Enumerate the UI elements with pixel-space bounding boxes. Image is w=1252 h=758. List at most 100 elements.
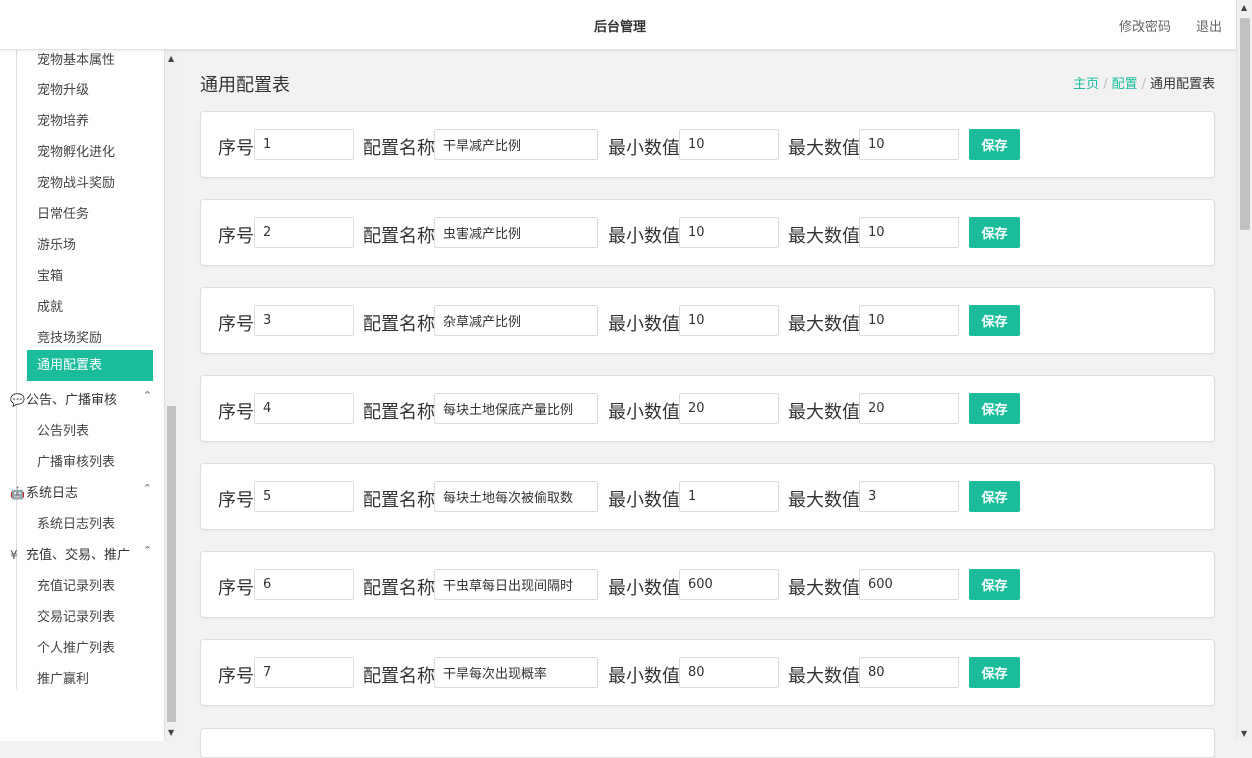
save-button[interactable]: 保存	[969, 393, 1020, 424]
max-value-input[interactable]	[859, 569, 959, 600]
config-card: 序号 配置名称 最小数值 最大数值 保存	[200, 639, 1215, 706]
min-value-input[interactable]	[679, 569, 779, 600]
sidebar-item-arena-reward[interactable]: 竞技场奖励	[37, 327, 102, 346]
sidebar-item-broadcast-review-list[interactable]: 广播审核列表	[37, 451, 115, 470]
save-button[interactable]: 保存	[969, 569, 1020, 600]
save-button[interactable]: 保存	[969, 481, 1020, 512]
config-card: 序号 配置名称 最小数值 最大数值 保存	[200, 375, 1215, 442]
index-input[interactable]	[254, 569, 354, 600]
breadcrumb-separator: /	[1103, 77, 1108, 92]
sidebar-item-treasure-box[interactable]: 宝箱	[37, 265, 63, 284]
config-name-input[interactable]	[434, 129, 598, 160]
page-scrollbar[interactable]: ▲ ▼	[1236, 0, 1252, 741]
max-value-input[interactable]	[859, 393, 959, 424]
min-value-input[interactable]	[679, 305, 779, 336]
sidebar-item-pet-battle-reward[interactable]: 宠物战斗奖励	[37, 172, 115, 191]
scroll-up-icon[interactable]: ▲	[1241, 3, 1247, 12]
min-value-input[interactable]	[679, 481, 779, 512]
chat-bubble-icon: 💬	[10, 393, 25, 407]
index-input[interactable]	[254, 393, 354, 424]
sidebar-item-pet-evolution[interactable]: 宠物孵化进化	[37, 141, 115, 160]
max-value-input[interactable]	[859, 217, 959, 248]
sidebar-group-announcements[interactable]: 💬公告、广播审核 ⌃	[10, 389, 156, 408]
breadcrumb-home-link[interactable]: 主页	[1073, 77, 1099, 92]
index-label: 序号	[218, 314, 254, 335]
min-value-label: 最小数值	[608, 138, 680, 159]
page-scrollbar-thumb[interactable]	[1240, 18, 1250, 230]
yen-icon: ¥	[10, 548, 18, 562]
max-value-input[interactable]	[859, 305, 959, 336]
save-button[interactable]: 保存	[969, 305, 1020, 336]
config-name-input[interactable]	[434, 569, 598, 600]
top-bar: 后台管理 修改密码 退出	[0, 0, 1236, 50]
max-value-input[interactable]	[859, 481, 959, 512]
min-value-label: 最小数值	[608, 666, 680, 687]
max-value-label: 最大数值	[788, 666, 860, 687]
config-name-label: 配置名称	[363, 314, 435, 335]
max-value-input[interactable]	[859, 657, 959, 688]
config-name-input[interactable]	[434, 217, 598, 248]
sidebar-item-achievements[interactable]: 成就	[37, 296, 63, 315]
index-label: 序号	[218, 226, 254, 247]
max-value-label: 最大数值	[788, 314, 860, 335]
config-name-label: 配置名称	[363, 226, 435, 247]
sidebar-item-personal-promo-list[interactable]: 个人推广列表	[37, 637, 115, 656]
sidebar-item-playground[interactable]: 游乐场	[37, 234, 76, 253]
sidebar-item-recharge-records[interactable]: 充值记录列表	[37, 575, 115, 594]
index-label: 序号	[218, 402, 254, 423]
max-value-label: 最大数值	[788, 226, 860, 247]
config-card: 序号 配置名称 最小数值 最大数值 保存	[200, 199, 1215, 266]
min-value-input[interactable]	[679, 393, 779, 424]
index-input[interactable]	[254, 217, 354, 248]
sidebar-tree-line	[16, 49, 17, 689]
scroll-down-icon[interactable]: ▼	[168, 728, 174, 737]
breadcrumb-config-link[interactable]: 配置	[1112, 77, 1138, 92]
sidebar-group-label: 充值、交易、推广	[26, 548, 131, 563]
max-value-input[interactable]	[859, 129, 959, 160]
sidebar-scrollbar[interactable]: ▲ ▼	[164, 49, 178, 741]
sidebar-group-recharge-trade-promo[interactable]: ¥ 充值、交易、推广 ⌃	[10, 544, 156, 563]
chevron-up-icon: ⌃	[142, 544, 152, 557]
sidebar-scrollbar-thumb[interactable]	[167, 406, 176, 722]
page-title: 通用配置表	[200, 75, 290, 96]
config-name-input[interactable]	[434, 393, 598, 424]
sidebar: 宠物基本属性 宠物升级 宠物培养 宠物孵化进化 宠物战斗奖励 日常任务 游乐场 …	[0, 49, 164, 741]
config-name-input[interactable]	[434, 305, 598, 336]
min-value-input[interactable]	[679, 129, 779, 160]
sidebar-item-pet-upgrade[interactable]: 宠物升级	[37, 79, 89, 98]
sidebar-group-system-log[interactable]: 🤖系统日志 ⌃	[10, 482, 156, 501]
scroll-down-icon[interactable]: ▼	[1241, 729, 1247, 738]
index-input[interactable]	[254, 305, 354, 336]
sidebar-item-trade-records[interactable]: 交易记录列表	[37, 606, 115, 625]
sidebar-item-pet-attributes[interactable]: 宠物基本属性	[37, 49, 115, 68]
config-card: 序号 配置名称 最小数值 最大数值 保存	[200, 111, 1215, 178]
min-value-label: 最小数值	[608, 402, 680, 423]
min-value-label: 最小数值	[608, 226, 680, 247]
sidebar-item-general-config[interactable]: 通用配置表	[27, 350, 153, 381]
android-icon: 🤖	[10, 486, 25, 500]
config-card: 序号 配置名称 最小数值 最大数值 保存	[200, 463, 1215, 530]
save-button[interactable]: 保存	[969, 217, 1020, 248]
min-value-label: 最小数值	[608, 578, 680, 599]
config-card: 序号 配置名称 最小数值 最大数值 保存	[200, 287, 1215, 354]
save-button[interactable]: 保存	[969, 657, 1020, 688]
sidebar-item-system-log-list[interactable]: 系统日志列表	[37, 513, 115, 532]
sidebar-item-pet-training[interactable]: 宠物培养	[37, 110, 89, 129]
max-value-label: 最大数值	[788, 402, 860, 423]
sidebar-item-promo-profit[interactable]: 推广赢利	[37, 668, 89, 687]
sidebar-item-announcement-list[interactable]: 公告列表	[37, 420, 89, 439]
logout-link[interactable]: 退出	[1196, 16, 1222, 35]
min-value-input[interactable]	[679, 217, 779, 248]
scroll-up-icon[interactable]: ▲	[168, 54, 174, 63]
index-input[interactable]	[254, 129, 354, 160]
config-name-input[interactable]	[434, 481, 598, 512]
save-button[interactable]: 保存	[969, 129, 1020, 160]
index-input[interactable]	[254, 657, 354, 688]
sidebar-item-daily-tasks[interactable]: 日常任务	[37, 203, 89, 222]
min-value-input[interactable]	[679, 657, 779, 688]
config-name-label: 配置名称	[363, 490, 435, 511]
index-input[interactable]	[254, 481, 354, 512]
config-name-input[interactable]	[434, 657, 598, 688]
change-password-link[interactable]: 修改密码	[1119, 16, 1171, 35]
config-name-label: 配置名称	[363, 666, 435, 687]
